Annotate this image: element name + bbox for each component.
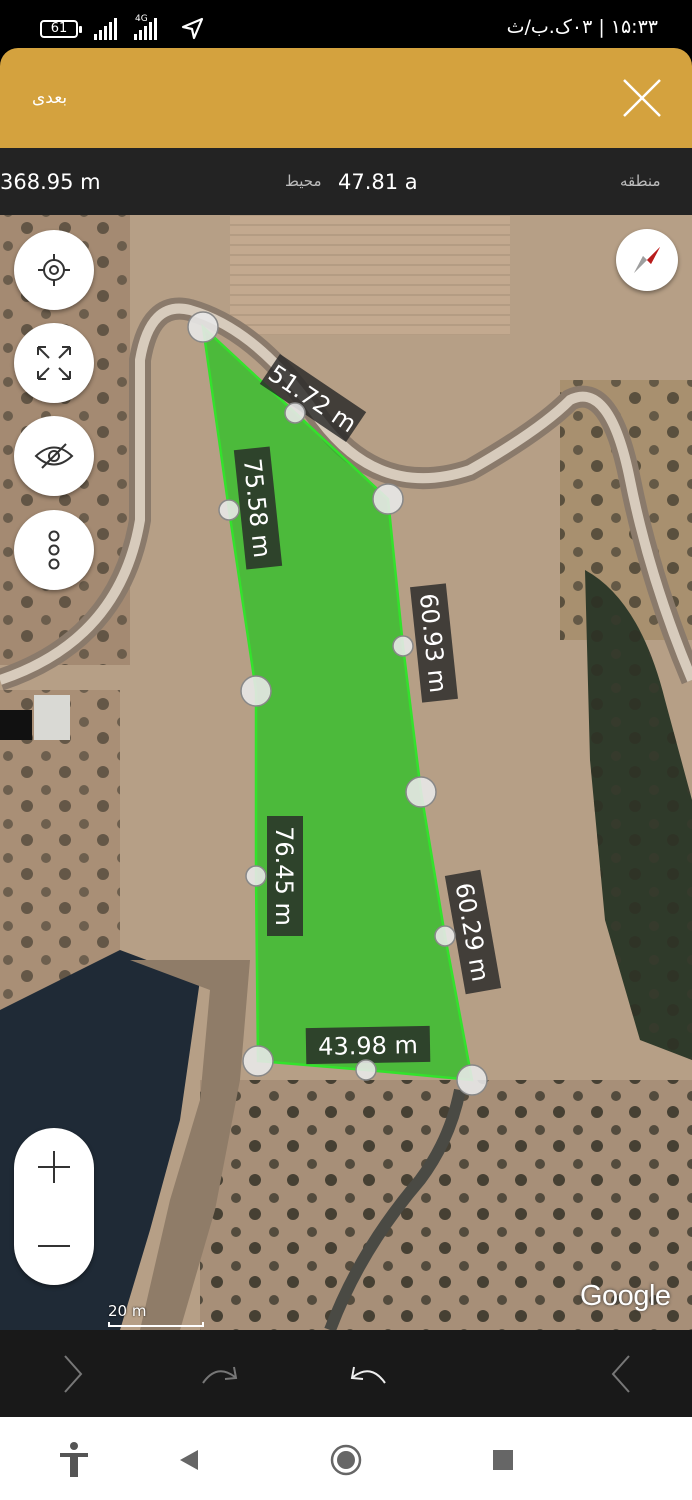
undo-icon <box>350 1366 386 1384</box>
next-button[interactable]: بعدی <box>32 88 67 108</box>
battery-icon: 61 <box>40 20 82 38</box>
home-icon <box>330 1444 362 1476</box>
area-label: منطقه <box>620 172 661 190</box>
vertex-handle[interactable] <box>187 311 219 343</box>
zoom-in-button[interactable] <box>14 1128 94 1206</box>
fit-bounds-button[interactable] <box>14 323 94 403</box>
back-icon <box>180 1450 198 1470</box>
midpoint-handle[interactable] <box>218 499 240 521</box>
google-attribution: Google <box>580 1280 671 1312</box>
scale-bar <box>108 1322 204 1327</box>
vertex-handle[interactable] <box>456 1064 488 1096</box>
perimeter-value: 368.95 m <box>0 170 101 194</box>
accessibility-icon <box>60 1442 88 1477</box>
compass-button[interactable] <box>616 229 678 291</box>
chevron-right-icon <box>64 1355 83 1393</box>
midpoint-handle[interactable] <box>392 635 414 657</box>
status-time: ۱۵:۳۳ | ۰۳ک.ب/ث <box>506 16 658 38</box>
next-vertex-button[interactable] <box>56 1350 90 1398</box>
accessibility-button[interactable] <box>54 1440 94 1480</box>
area-value: 47.81 a <box>338 170 418 194</box>
signal-icon-2 <box>134 18 157 40</box>
crosshair-icon <box>38 254 70 286</box>
chevron-left-icon <box>611 1355 630 1393</box>
midpoint-handle[interactable] <box>355 1059 377 1081</box>
vertex-handle[interactable] <box>405 776 437 808</box>
recents-icon <box>493 1450 513 1470</box>
zoom-controls <box>14 1128 94 1285</box>
midpoint-handle[interactable] <box>434 925 456 947</box>
navigation-arrow-icon <box>181 17 204 40</box>
toggle-labels-button[interactable] <box>14 416 94 496</box>
perimeter-label: محیط <box>285 172 322 190</box>
recents-button[interactable] <box>488 1440 518 1480</box>
top-bar <box>0 48 692 148</box>
more-vertical-icon <box>48 530 60 570</box>
more-options-button[interactable] <box>14 510 94 590</box>
midpoint-handle[interactable] <box>245 865 267 887</box>
home-button[interactable] <box>326 1440 366 1480</box>
map-view[interactable]: 51.72 m 75.58 m 60.93 m 76.45 m 60.29 m … <box>0 215 692 1330</box>
battery-level: 61 <box>50 21 68 36</box>
previous-vertex-button[interactable] <box>604 1350 638 1398</box>
eye-off-icon <box>34 443 74 469</box>
midpoint-handle[interactable] <box>284 402 306 424</box>
signal-icon <box>94 18 117 40</box>
fit-bounds-icon <box>37 346 71 380</box>
my-location-button[interactable] <box>14 230 94 310</box>
vertex-handle[interactable] <box>372 483 404 515</box>
back-button[interactable] <box>174 1440 204 1480</box>
redo-button[interactable] <box>198 1350 242 1398</box>
vertex-handle[interactable] <box>240 675 272 707</box>
undo-button[interactable] <box>346 1350 390 1398</box>
redo-icon <box>202 1366 238 1384</box>
vertex-handle[interactable] <box>242 1045 274 1077</box>
close-icon <box>623 79 661 117</box>
polygon-handles[interactable] <box>0 215 692 1330</box>
close-button[interactable] <box>618 72 666 124</box>
plus-icon <box>38 1151 70 1183</box>
minus-icon <box>38 1245 70 1247</box>
zoom-out-button[interactable] <box>14 1207 94 1285</box>
scale-label: 20 m <box>108 1302 147 1320</box>
status-bar: 61 4G ۱۵:۳۳ | ۰۳ک.ب/ث <box>0 0 692 48</box>
compass-icon <box>634 247 660 273</box>
